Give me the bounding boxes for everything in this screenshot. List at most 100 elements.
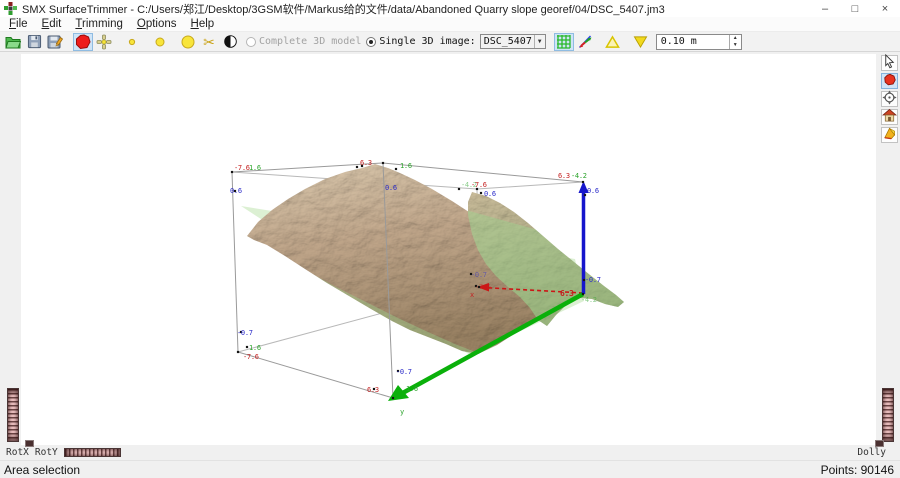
- svg-text:0.6: 0.6: [587, 187, 599, 195]
- medium-dot-icon: [152, 34, 168, 50]
- svg-text:-4.2: -4.2: [571, 172, 587, 180]
- image-dropdown[interactable]: DSC_5407 ▼: [480, 34, 546, 49]
- move-marker-button[interactable]: [94, 33, 114, 51]
- svg-text:1.6: 1.6: [400, 162, 412, 170]
- trim-polygon-button[interactable]: [73, 33, 93, 51]
- svg-text:-7.6: -7.6: [234, 164, 250, 172]
- spinner-down-icon[interactable]: ▼: [730, 42, 741, 49]
- menu-edit[interactable]: Edit: [35, 18, 69, 30]
- minimize-button[interactable]: –: [810, 0, 840, 17]
- cut-button[interactable]: ✂: [199, 33, 219, 51]
- workspace: -7.61.60.66.31.60.6-4.2-7.60.66.3-4.20.6…: [0, 52, 900, 460]
- svg-text:6.3: 6.3: [360, 159, 372, 167]
- scissors-icon: ✂: [203, 35, 215, 49]
- cursor-arrow-icon: [882, 54, 897, 72]
- viewport-3d[interactable]: -7.61.60.66.31.60.6-4.2-7.60.66.3-4.20.6…: [21, 54, 876, 445]
- svg-text:-0.7: -0.7: [585, 276, 601, 284]
- save-button[interactable]: [24, 33, 44, 51]
- svg-text:-0.7: -0.7: [471, 271, 487, 279]
- rotx-label: RotX: [6, 447, 29, 458]
- menu-options[interactable]: Options: [130, 18, 184, 30]
- normals-toggle-button[interactable]: [575, 33, 595, 51]
- menu-trimming[interactable]: Trimming: [68, 18, 130, 30]
- status-mode-text: Area selection: [4, 463, 80, 477]
- contrast-button[interactable]: [220, 33, 240, 51]
- open-button[interactable]: [3, 33, 23, 51]
- points-count: Points: 90146: [821, 463, 894, 477]
- titlebar: SMX SurfaceTrimmer - C:/Users/郑江/Desktop…: [0, 0, 900, 17]
- svg-text:1.6: 1.6: [249, 344, 261, 352]
- window-controls: – □ ×: [810, 0, 900, 17]
- svg-text:-4.2: -4.2: [581, 296, 597, 304]
- rotxy-slider[interactable]: [64, 448, 121, 457]
- brush-small-button[interactable]: [122, 33, 142, 51]
- contrast-circle-icon: [223, 34, 238, 49]
- maximize-button[interactable]: □: [840, 0, 870, 17]
- menubar: FileEditTrimmingOptionsHelp: [0, 17, 900, 32]
- svg-text:6.3: 6.3: [558, 172, 570, 180]
- svg-text:0.6: 0.6: [230, 187, 242, 195]
- menu-file[interactable]: File: [2, 18, 35, 30]
- triangle-down-icon: [633, 35, 648, 49]
- view-toolbar: [881, 55, 898, 143]
- menu-help[interactable]: Help: [184, 18, 222, 30]
- rotx-slider[interactable]: [7, 388, 19, 442]
- home-view-button[interactable]: [881, 109, 898, 125]
- rotation-controls: RotX RotY Dolly: [0, 445, 900, 460]
- brush-medium-button[interactable]: [150, 33, 170, 51]
- home-icon: [882, 108, 897, 126]
- toolbar: ✂ Complete 3D model Single 3D image: DSC…: [0, 32, 900, 52]
- model-mode-group: Complete 3D model Single 3D image: DSC_5…: [241, 34, 546, 49]
- area-selection-tool-button[interactable]: [881, 73, 898, 89]
- svg-text:6.3: 6.3: [560, 289, 574, 298]
- save-as-icon: [47, 34, 63, 50]
- svg-text:0.6: 0.6: [385, 184, 397, 192]
- orbit-tool-button[interactable]: [881, 91, 898, 107]
- crossed-arrows-icon: [577, 34, 593, 50]
- image-dropdown-value: DSC_5407: [481, 36, 534, 47]
- single-image-radio[interactable]: [366, 37, 376, 47]
- complete-model-label: Complete 3D model: [259, 36, 361, 47]
- svg-text:-0.7: -0.7: [396, 368, 412, 376]
- orbit-target-icon: [882, 90, 897, 108]
- fit-view-button[interactable]: [881, 127, 898, 143]
- depth-spinbox[interactable]: 0.10 m ▲ ▼: [656, 34, 742, 50]
- open-folder-icon: [5, 34, 21, 50]
- app-logo-icon: [4, 2, 17, 15]
- close-button[interactable]: ×: [870, 0, 900, 17]
- complete-model-radio[interactable]: [246, 37, 256, 47]
- solid-shape-icon: [882, 126, 897, 144]
- red-polygon-icon: [75, 34, 91, 50]
- triangle-down-button[interactable]: [631, 33, 651, 51]
- statusbar: Area selection Points: 90146: [0, 460, 900, 478]
- svg-text:-7.6: -7.6: [475, 283, 491, 291]
- 3d-scene: -7.61.60.66.31.60.6-4.2-7.60.66.3-4.20.6…: [21, 54, 876, 445]
- pointer-tool-button[interactable]: [881, 55, 898, 71]
- svg-text:6.3: 6.3: [367, 386, 379, 394]
- svg-text:-7.6: -7.6: [471, 181, 487, 189]
- save-as-button[interactable]: [45, 33, 65, 51]
- svg-text:1.6: 1.6: [249, 164, 261, 172]
- spinner-arrows[interactable]: ▲ ▼: [729, 35, 741, 49]
- grid-toggle-button[interactable]: [554, 33, 574, 51]
- svg-text:x: x: [470, 291, 474, 299]
- svg-text:0.6: 0.6: [484, 190, 496, 198]
- svg-text:-7.6: -7.6: [243, 353, 259, 361]
- svg-text:y: y: [400, 408, 404, 416]
- svg-text:1.6: 1.6: [406, 385, 418, 393]
- triangle-up-button[interactable]: [603, 33, 623, 51]
- roty-label: RotY: [35, 447, 58, 458]
- svg-text:-0.7: -0.7: [237, 329, 253, 337]
- cross-marker-icon: [96, 34, 112, 50]
- window-title: SMX SurfaceTrimmer - C:/Users/郑江/Desktop…: [22, 1, 810, 17]
- brush-large-button[interactable]: [178, 33, 198, 51]
- spinner-up-icon[interactable]: ▲: [730, 35, 741, 42]
- single-image-label: Single 3D image:: [379, 36, 475, 47]
- small-dot-icon: [124, 34, 140, 50]
- depth-spinbox-value: 0.10 m: [657, 35, 729, 49]
- grid-icon: [556, 34, 571, 49]
- dolly-slider[interactable]: [882, 388, 894, 442]
- save-icon: [27, 34, 42, 49]
- large-dot-icon: [180, 34, 196, 50]
- dolly-label: Dolly: [857, 447, 886, 458]
